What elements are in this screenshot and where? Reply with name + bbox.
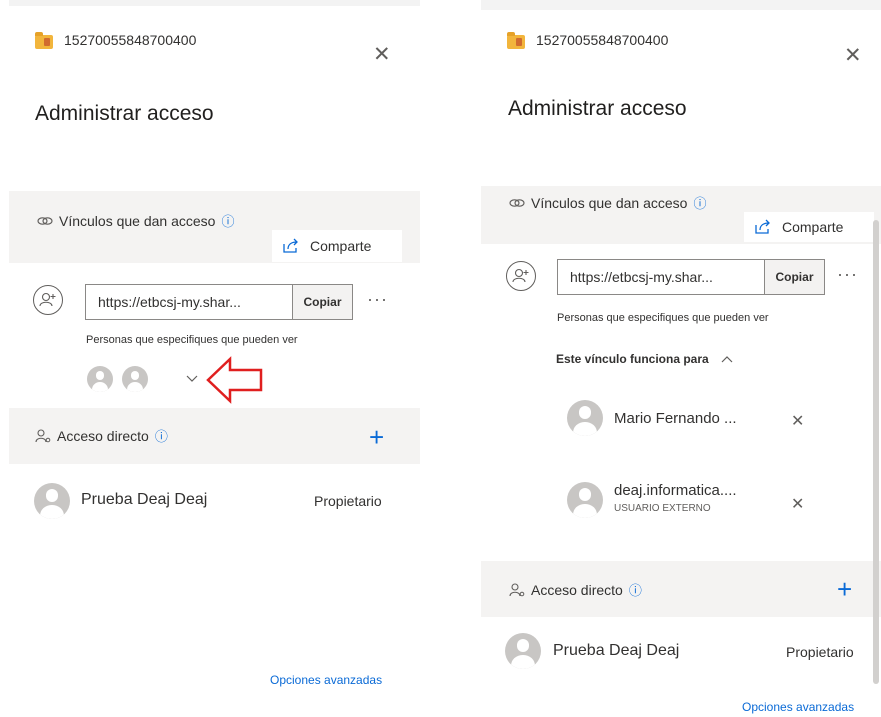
link-scope-text: Personas que especifiques que pueden ver [86, 334, 298, 346]
owner-avatar [505, 633, 541, 669]
plus-icon[interactable]: + [837, 576, 852, 602]
copy-button[interactable]: Copiar [293, 284, 353, 320]
share-label: Comparte [782, 219, 844, 235]
direct-access-label: Acceso directo [531, 581, 623, 598]
person-name: deaj.informatica.... [614, 482, 737, 499]
chevron-up-icon [721, 356, 733, 363]
folder-shared-icon [35, 32, 53, 49]
copy-button[interactable]: Copiar [765, 259, 825, 295]
owner-role: Propietario [314, 493, 382, 509]
advanced-options-link[interactable]: Opciones avanzadas [270, 673, 382, 687]
person-icon [35, 428, 51, 442]
owner-avatar [34, 483, 70, 519]
more-options-button[interactable]: ··· [837, 264, 858, 285]
works-for-label: Este vínculo funciona para [556, 352, 709, 366]
link-scope-text: Personas que especifiques que pueden ver [557, 312, 769, 324]
close-icon[interactable]: ✕ [373, 44, 391, 65]
links-section-header: Vínculos que dan acceso ⓘ [37, 211, 234, 230]
scrollbar[interactable] [873, 220, 879, 684]
share-icon [755, 219, 770, 234]
share-button[interactable]: Comparte [272, 230, 402, 262]
link-icon [509, 198, 525, 207]
person-icon[interactable] [122, 366, 148, 392]
info-icon[interactable]: ⓘ [155, 426, 168, 445]
add-person-icon [506, 261, 536, 291]
close-icon[interactable]: ✕ [844, 45, 862, 66]
share-label: Comparte [310, 238, 372, 254]
remove-icon[interactable]: ✕ [791, 494, 804, 514]
page-title: Administrar acceso [35, 102, 214, 125]
info-icon[interactable]: ⓘ [221, 211, 234, 230]
more-options-button[interactable]: ··· [367, 289, 388, 310]
link-url-field[interactable]: https://etbcsj-my.shar... [557, 259, 765, 295]
person-subtitle: USUARIO EXTERNO [614, 503, 711, 514]
person-name: Mario Fernando ... [614, 410, 737, 427]
plus-icon[interactable]: + [369, 424, 384, 450]
link-icon [37, 216, 53, 225]
direct-access-header: Acceso directo ⓘ [35, 426, 168, 445]
chevron-down-icon[interactable] [186, 372, 198, 386]
manage-access-panel-left: 15270055848700400 ✕ Administrar acceso V… [9, 0, 420, 712]
info-icon[interactable]: ⓘ [629, 580, 642, 599]
person-icon[interactable] [87, 366, 113, 392]
folder-name: 15270055848700400 [536, 32, 669, 48]
link-url-field[interactable]: https://etbcsj-my.shar... [85, 284, 293, 320]
add-person-icon [33, 285, 63, 315]
person-icon [567, 482, 603, 518]
share-icon [283, 238, 298, 253]
direct-access-label: Acceso directo [57, 427, 149, 444]
links-section-label: Vínculos que dan acceso [531, 194, 688, 211]
remove-icon[interactable]: ✕ [791, 411, 804, 431]
share-button[interactable]: Comparte [744, 212, 874, 242]
advanced-options-link[interactable]: Opciones avanzadas [742, 700, 854, 714]
person-icon [567, 400, 603, 436]
arrow-left-annotation [206, 356, 263, 404]
manage-access-panel-right: 15270055848700400 ✕ Administrar acceso V… [481, 0, 881, 717]
direct-access-header: Acceso directo ⓘ [509, 580, 642, 599]
person-icon [509, 582, 525, 596]
owner-name: Prueba Deaj Deaj [81, 491, 208, 508]
owner-name: Prueba Deaj Deaj [553, 642, 680, 659]
links-section-header: Vínculos que dan acceso ⓘ [509, 193, 706, 212]
links-section-label: Vínculos que dan acceso [59, 212, 216, 229]
owner-role: Propietario [786, 644, 854, 660]
folder-name: 15270055848700400 [64, 32, 197, 48]
works-for-toggle[interactable]: Este vínculo funciona para [556, 352, 733, 366]
page-title: Administrar acceso [508, 97, 687, 120]
info-icon[interactable]: ⓘ [693, 193, 706, 212]
folder-shared-icon [507, 32, 525, 49]
